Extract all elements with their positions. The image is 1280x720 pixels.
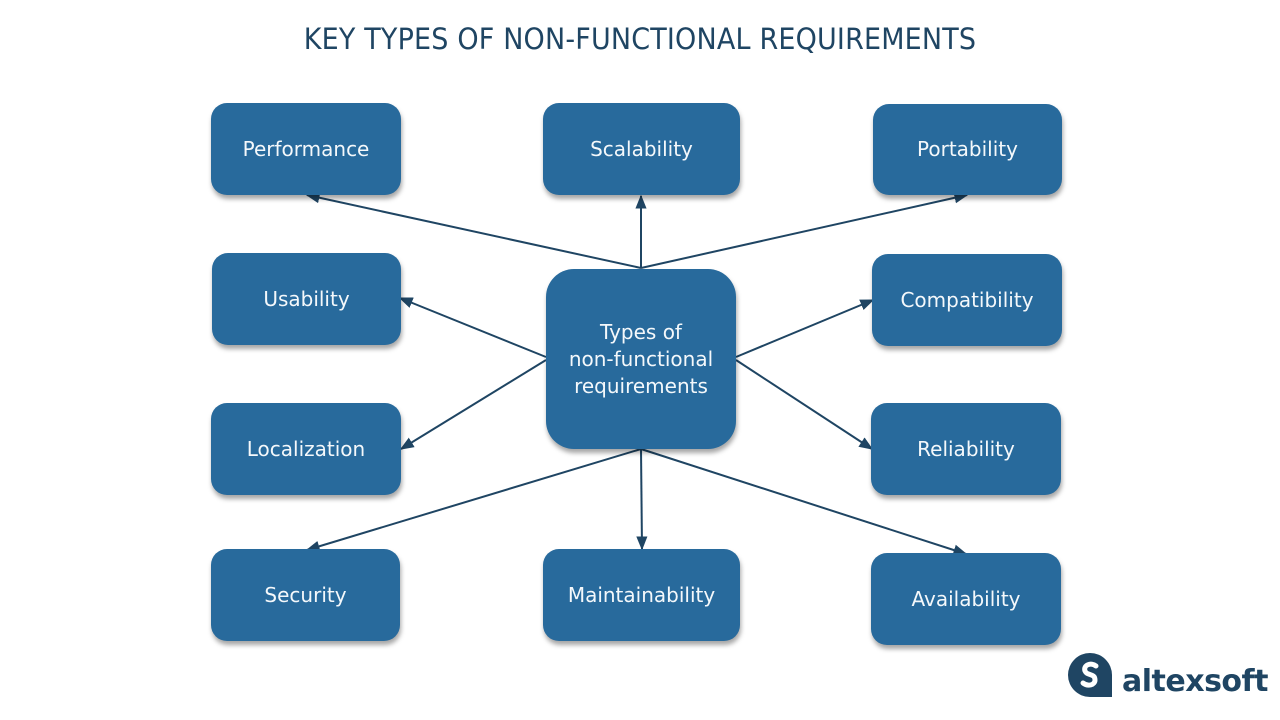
node-label: Maintainability xyxy=(567,582,716,607)
node-label: Usability xyxy=(263,286,350,311)
logo-text: altexsoft xyxy=(1122,664,1268,699)
node-localization: Localization xyxy=(211,403,401,495)
center-label-line: Types of xyxy=(599,319,682,344)
altexsoft-logo: altexsoft xyxy=(1066,650,1268,699)
node-performance: Performance xyxy=(211,103,401,195)
node-label: Security xyxy=(264,582,347,607)
node-label: Portability xyxy=(917,137,1018,161)
edge-compatibility xyxy=(735,299,875,358)
node-label: Reliability xyxy=(917,436,1015,461)
altexsoft-logo-icon xyxy=(1068,652,1112,697)
node-maintainability: Maintainability xyxy=(543,549,740,641)
edge-usability xyxy=(398,297,547,358)
center-label-line: requirements xyxy=(574,373,708,398)
node-label: Availability xyxy=(911,586,1021,611)
node-compatibility: Compatibility xyxy=(872,254,1062,346)
center-node: Types of non-functional requirements xyxy=(546,269,736,449)
node-security: Security xyxy=(211,549,400,641)
center-label-line: non-functional xyxy=(568,346,714,371)
node-label: Localization xyxy=(246,436,366,461)
node-reliability: Reliability xyxy=(871,403,1061,495)
edge-maintainability xyxy=(636,448,648,551)
node-availability: Availability xyxy=(871,553,1061,645)
node-usability: Usability xyxy=(212,253,401,345)
node-label: Scalability xyxy=(590,136,693,161)
node-scalability: Scalability xyxy=(543,103,740,195)
node-label: Compatibility xyxy=(900,287,1034,312)
node-label: Performance xyxy=(242,136,370,161)
node-portability: Portability xyxy=(873,104,1062,195)
edge-reliability xyxy=(735,359,874,450)
edge-localization xyxy=(399,359,547,450)
